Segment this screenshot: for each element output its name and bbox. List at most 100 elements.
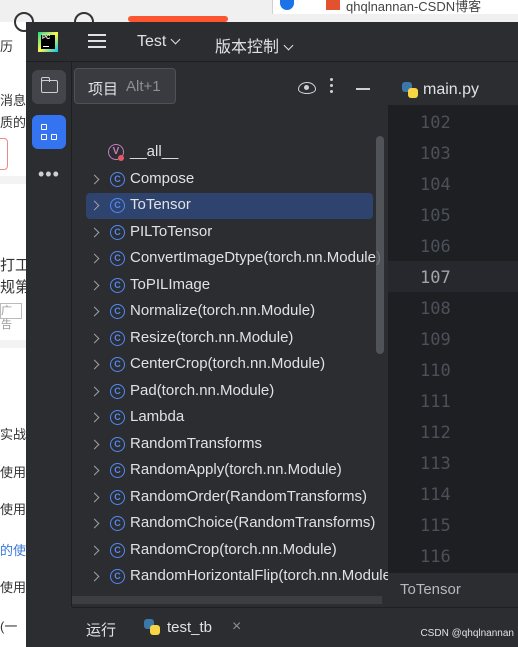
line-number[interactable]: 105 xyxy=(388,199,518,230)
eye-icon[interactable] xyxy=(298,82,316,94)
tree-item-label: ConvertImageDtype(torch.nn.Module) xyxy=(130,249,381,266)
tree-item[interactable]: C RandomHorizontalFlip(torch.nn.Module) xyxy=(72,564,388,590)
more-tools-icon[interactable]: ••• xyxy=(38,164,60,185)
tree-item-label: Lambda xyxy=(130,408,185,425)
chevron-right-icon[interactable] xyxy=(89,306,100,317)
class-icon: C xyxy=(110,463,125,478)
bg-text[interactable]: 使用 xyxy=(0,499,26,518)
chevron-right-icon[interactable] xyxy=(89,333,100,343)
minimize-icon[interactable] xyxy=(356,88,370,90)
bg-text[interactable]: 的使 xyxy=(0,540,26,559)
chevron-right-icon[interactable] xyxy=(89,227,100,237)
tree-item-label: RandomChoice(RandomTransforms) xyxy=(130,514,376,531)
bg-text[interactable]: 实战 xyxy=(0,424,26,443)
class-icon: C xyxy=(110,304,125,319)
pycharm-window: PC Test 版本控制 ••• 项目 Alt+1 V __all__ C Compo… xyxy=(26,22,518,647)
line-number[interactable]: 106 xyxy=(388,230,518,261)
class-icon: C xyxy=(110,569,125,584)
browser-tab-title[interactable]: qhqlnannan-CSDN博客 xyxy=(346,0,481,15)
vertical-scrollbar[interactable] xyxy=(376,136,384,354)
chevron-right-icon[interactable] xyxy=(89,412,100,423)
line-number[interactable]: 112 xyxy=(388,416,518,447)
line-number[interactable]: 108 xyxy=(388,292,518,323)
tree-item[interactable]: C RandomTransforms xyxy=(72,432,388,458)
tree-item-label: RandomTransforms xyxy=(130,434,262,452)
tree-item[interactable]: C RandomChoice(RandomTransforms) xyxy=(72,511,388,537)
chevron-down-icon xyxy=(283,40,294,51)
chevron-right-icon[interactable] xyxy=(89,174,100,184)
chevron-right-icon[interactable] xyxy=(89,253,100,264)
chevron-right-icon[interactable] xyxy=(89,386,100,396)
editor-breadcrumb[interactable]: ToTensor xyxy=(388,572,518,607)
tree-item-label: RandomOrder(RandomTransforms) xyxy=(130,487,368,505)
project-tool-button[interactable] xyxy=(32,70,66,104)
class-icon: C xyxy=(110,357,125,372)
class-icon: C xyxy=(110,436,125,452)
tree-item-label: Resize(torch.nn.Module) xyxy=(130,328,294,346)
tree-item[interactable]: CRandomVerticalFlip(torch.nn.Module) xyxy=(72,591,388,596)
vcs-menu-button[interactable]: 版本控制 xyxy=(215,33,294,57)
line-number[interactable]: 107 xyxy=(388,261,518,292)
line-number[interactable]: 104 xyxy=(388,168,518,199)
line-number[interactable]: 110 xyxy=(388,354,518,385)
bg-text[interactable]: 使用 xyxy=(0,462,26,481)
tree-item[interactable]: C RandomOrder(RandomTransforms) xyxy=(72,485,388,511)
class-icon: C xyxy=(110,383,125,399)
tree-item-label: PILToTensor xyxy=(130,222,213,240)
csdn-icon xyxy=(326,0,340,10)
tree-item[interactable]: C Compose xyxy=(72,167,388,193)
line-number[interactable]: 115 xyxy=(388,509,518,540)
run-tool-label[interactable]: 运行 xyxy=(86,619,116,640)
class-icon: C xyxy=(110,251,125,266)
tree-item[interactable]: V __all__ xyxy=(72,140,388,166)
project-tooltip: 项目 Alt+1 xyxy=(74,68,176,104)
pycharm-logo-icon[interactable]: PC xyxy=(38,32,58,52)
line-number[interactable]: 111 xyxy=(388,385,518,416)
line-number[interactable]: 113 xyxy=(388,447,518,478)
chevron-right-icon[interactable] xyxy=(89,359,100,370)
editor-area: main.py 102 103 104 105 106 107 108 109 110 111 11… xyxy=(388,62,518,607)
class-icon: C xyxy=(110,277,125,293)
variable-icon: V xyxy=(108,144,124,161)
line-number[interactable]: 114 xyxy=(388,478,518,509)
tree-item[interactable]: C CenterCrop(torch.nn.Module) xyxy=(72,352,388,378)
tree-item[interactable]: C Normalize(torch.nn.Module) xyxy=(72,299,388,325)
main-menu-icon[interactable] xyxy=(88,34,106,50)
chevron-right-icon[interactable] xyxy=(89,545,100,555)
ad-tag: 广告 xyxy=(0,303,22,331)
project-menu-button[interactable]: Test xyxy=(137,33,181,51)
bg-text[interactable]: 使用 xyxy=(0,577,26,596)
tree-item-label: RandomApply(torch.nn.Module) xyxy=(130,461,342,478)
line-number[interactable]: 116 xyxy=(388,540,518,571)
chevron-right-icon[interactable] xyxy=(89,280,100,290)
line-number[interactable]: 102 xyxy=(388,106,518,137)
tree-item-label: CenterCrop(torch.nn.Module) xyxy=(130,355,326,372)
tree-item[interactable]: C RandomApply(torch.nn.Module) xyxy=(72,458,388,484)
chevron-right-icon[interactable] xyxy=(89,492,100,502)
python-file-icon xyxy=(402,82,418,98)
chevron-right-icon[interactable] xyxy=(89,571,100,582)
bg-text[interactable]: (一 xyxy=(0,616,17,635)
more-options-icon[interactable] xyxy=(330,78,334,96)
tree-item[interactable]: C RandomCrop(torch.nn.Module) xyxy=(72,538,388,564)
tree-item[interactable]: C PILToTensor xyxy=(72,220,388,246)
editor-tab-main-py[interactable]: main.py xyxy=(388,62,518,106)
folder-icon xyxy=(40,77,58,93)
tree-item[interactable]: C ToPILImage xyxy=(72,273,388,299)
chevron-right-icon[interactable] xyxy=(89,465,100,476)
structure-tool-button[interactable] xyxy=(32,115,66,149)
chevron-right-icon[interactable] xyxy=(89,439,100,449)
line-number[interactable]: 103 xyxy=(388,137,518,168)
tree-item-label: Normalize(torch.nn.Module) xyxy=(130,302,316,319)
tree-item[interactable]: C ToTensor xyxy=(72,193,388,219)
horizontal-scrollbar[interactable] xyxy=(72,596,382,604)
tree-item-label: RandomHorizontalFlip(torch.nn.Module) xyxy=(130,567,388,584)
tree-item[interactable]: C Resize(torch.nn.Module) xyxy=(72,326,388,352)
tree-item[interactable]: C ConvertImageDtype(torch.nn.Module) xyxy=(72,246,388,272)
close-icon[interactable]: × xyxy=(232,618,241,636)
chevron-right-icon[interactable] xyxy=(89,518,100,529)
line-number[interactable]: 109 xyxy=(388,323,518,354)
structure-icon xyxy=(41,124,47,130)
tree-item[interactable]: C Pad(torch.nn.Module) xyxy=(72,379,388,405)
tree-item[interactable]: C Lambda xyxy=(72,405,388,431)
